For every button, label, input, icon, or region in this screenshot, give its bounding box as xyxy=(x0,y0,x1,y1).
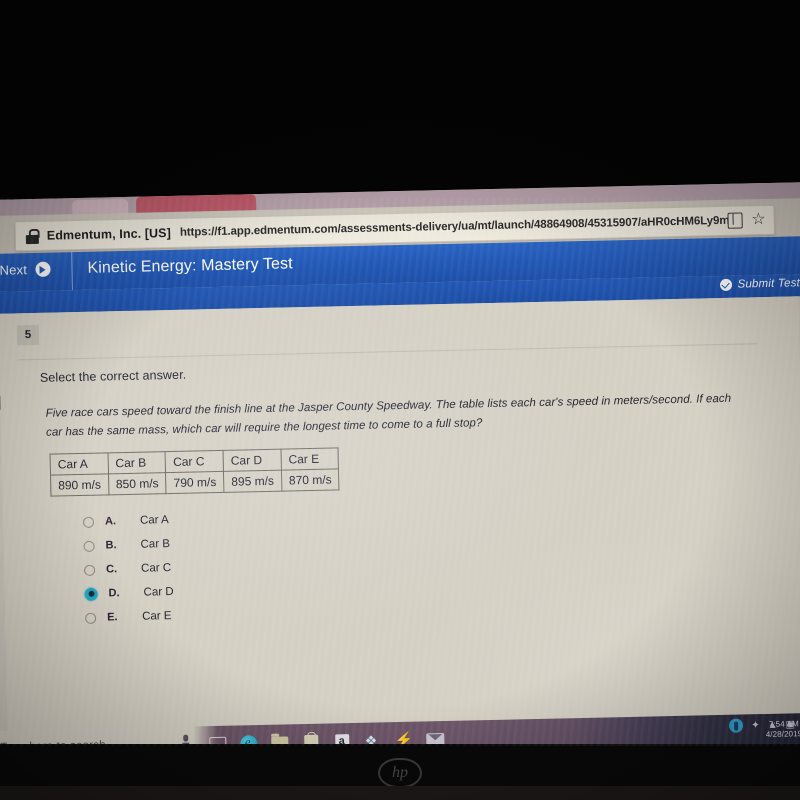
question-panel: 5 Select the correct answer. Five race c… xyxy=(0,296,800,745)
browser-window: Edmentum, Inc. [US] https://f1.app.edmen… xyxy=(0,181,800,745)
option-letter: A. xyxy=(104,515,117,528)
check-circle-icon xyxy=(719,278,732,292)
answer-option-d[interactable]: D. Car D xyxy=(84,580,174,606)
speed-table: Car A Car B Car C Car D Car E 890 m/s 85… xyxy=(50,447,340,497)
browser-tab-active[interactable] xyxy=(135,194,257,213)
hp-logo: hp xyxy=(378,758,422,788)
system-tray: ✦ ▲ ▣ ♪ 7:54 AM 4/28/2019 xyxy=(729,717,800,739)
radio-button-e[interactable] xyxy=(85,612,97,624)
answer-option-e[interactable]: E. Car E xyxy=(85,604,175,630)
answer-options: A. Car A B. Car B C. Car C D. Car D E. C… xyxy=(82,508,175,630)
question-number-badge: 5 xyxy=(16,324,40,346)
option-label: Car B xyxy=(140,538,171,551)
table-header-cell: Car B xyxy=(107,451,166,474)
star-icon[interactable]: ☆ xyxy=(751,211,766,228)
option-letter: C. xyxy=(105,563,118,576)
option-label: Car E xyxy=(141,610,172,623)
table-header-cell: Car D xyxy=(223,449,282,472)
option-label: Car D xyxy=(143,586,174,599)
header-divider xyxy=(71,252,73,291)
question-text: Five race cars speed toward the finish l… xyxy=(45,392,732,439)
table-cell: 895 m/s xyxy=(223,470,282,493)
table-cell: 890 m/s xyxy=(50,473,109,497)
option-letter: D. xyxy=(108,587,120,600)
option-label: Car C xyxy=(140,562,172,575)
radio-button-d-selected[interactable] xyxy=(84,587,98,601)
photo-top-black-border xyxy=(0,0,800,202)
page-title: Kinetic Energy: Mastery Test xyxy=(87,255,293,277)
header-next-label: Next xyxy=(0,262,28,278)
submit-test-button[interactable]: Submit Test xyxy=(719,277,800,292)
header-next-button[interactable]: Next xyxy=(0,261,51,278)
panel-divider xyxy=(17,343,758,361)
answer-option-a[interactable]: A. Car A xyxy=(82,508,173,534)
radio-button-a[interactable] xyxy=(82,516,95,528)
submit-test-label: Submit Test xyxy=(737,277,800,291)
arrow-right-circle-icon xyxy=(34,261,51,277)
site-identity-label: Edmentum, Inc. [US] xyxy=(46,225,172,243)
question-prompt: Select the correct answer. xyxy=(39,367,187,385)
radio-button-b[interactable] xyxy=(83,540,95,552)
table-cell: 790 m/s xyxy=(165,471,224,494)
option-label: Car A xyxy=(139,514,169,527)
table-header-cell: Car E xyxy=(280,447,339,471)
answer-option-b[interactable]: B. Car B xyxy=(83,532,173,558)
pen-icon[interactable]: ✦ xyxy=(751,720,760,731)
laptop-screen-photo: Edmentum, Inc. [US] https://f1.app.edmen… xyxy=(0,0,800,800)
table-cell: 870 m/s xyxy=(281,468,340,492)
radio-button-c[interactable] xyxy=(83,564,96,576)
clock-date: 4/28/2019 xyxy=(765,729,800,739)
address-bar-icons: ☆ xyxy=(727,211,768,229)
onedrive-icon[interactable] xyxy=(729,718,744,733)
option-letter: E. xyxy=(107,611,118,624)
reading-view-icon[interactable] xyxy=(727,212,743,229)
browser-tab-inactive[interactable] xyxy=(72,198,129,215)
table-header-cell: Car A xyxy=(50,452,109,476)
photo-bottom-border xyxy=(0,786,800,800)
url-text[interactable]: https://f1.app.edmentum.com/assessments-… xyxy=(180,215,728,239)
table-cell: 850 m/s xyxy=(108,472,167,495)
answer-option-c[interactable]: C. Car C xyxy=(83,556,174,582)
clock[interactable]: 7:54 AM 4/28/2019 xyxy=(765,719,800,740)
table-header-cell: Car C xyxy=(165,450,224,473)
option-letter: B. xyxy=(105,539,117,552)
lock-icon xyxy=(25,228,40,244)
